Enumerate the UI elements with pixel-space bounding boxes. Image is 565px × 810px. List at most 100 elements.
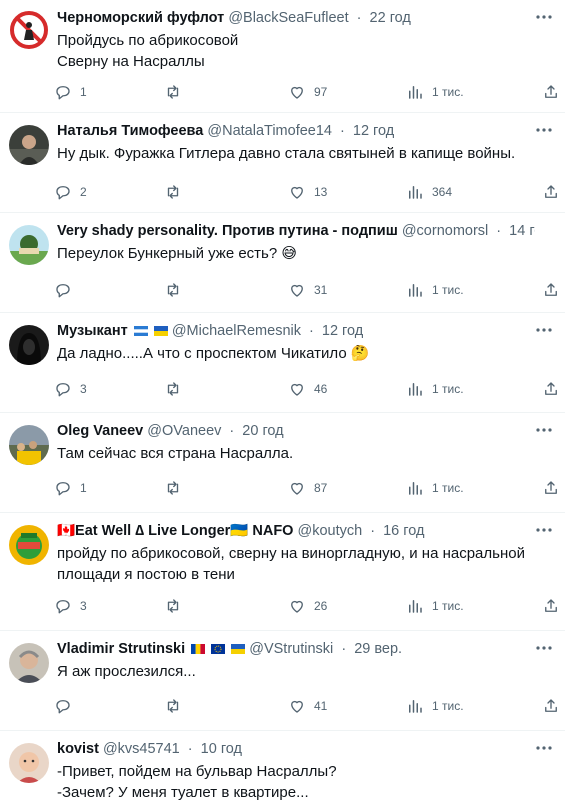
timestamp[interactable]: 29 вер. (354, 641, 402, 657)
more-icon[interactable] (535, 121, 553, 139)
like-button[interactable]: 87 (288, 477, 327, 499)
reply-button[interactable]: 2 (54, 181, 87, 203)
views-count: 1 тис. (432, 699, 464, 713)
retweet-button[interactable] (164, 181, 182, 203)
more-icon[interactable] (535, 421, 553, 439)
like-count: 13 (314, 185, 328, 199)
share-button[interactable] (542, 81, 560, 103)
reply-button[interactable]: 1 (54, 477, 87, 499)
avatar[interactable] (9, 125, 49, 165)
tweet-header: 🇨🇦Eat Well ∆ Live Longer🇺🇦 NAFO @koutych… (57, 521, 535, 541)
avatar[interactable] (9, 225, 49, 265)
views-button[interactable]: 1 тис. (406, 477, 464, 499)
author-name[interactable]: Vladimir Strutinski (57, 641, 185, 657)
author-handle[interactable]: @OVaneev (147, 423, 221, 439)
views-button[interactable]: 364 (406, 181, 452, 203)
timestamp[interactable]: 16 год (383, 523, 424, 539)
retweet-icon (167, 185, 179, 199)
author-handle[interactable]: @koutych (298, 523, 363, 539)
retweet-button[interactable] (164, 81, 182, 103)
tweet[interactable]: Very shady personality. Против путина - … (0, 213, 565, 313)
reply-button[interactable]: 3 (54, 378, 87, 400)
tweet-text: Пройдусь по абрикосовой Сверну на Насрал… (57, 30, 545, 72)
reply-button[interactable]: 3 (54, 595, 87, 617)
views-button[interactable]: 1 тис. (406, 378, 464, 400)
share-button[interactable] (542, 181, 560, 203)
timestamp[interactable]: 12 год (353, 123, 394, 139)
retweet-button[interactable] (164, 279, 182, 301)
author-name[interactable]: Музыкант (57, 323, 128, 339)
timestamp[interactable]: 22 год (370, 10, 411, 26)
author-name[interactable]: Very shady personality. Против путина - … (57, 223, 398, 239)
author-name[interactable]: Черноморский фуфлот (57, 10, 224, 26)
tweet[interactable]: 🇨🇦Eat Well ∆ Live Longer🇺🇦 NAFO @koutych… (0, 513, 565, 631)
author-name[interactable]: Наталья Тимофеева (57, 123, 203, 139)
tweet[interactable]: Музыкант @MichaelRemesnik · 12 год Да ла… (0, 313, 565, 413)
author-handle[interactable]: @cornomorsl (402, 223, 488, 239)
author-handle[interactable]: @BlackSeaFufleet (228, 10, 348, 26)
avatar[interactable] (9, 525, 49, 565)
views-icon (409, 383, 422, 396)
action-bar: 2 13 364 (54, 181, 557, 203)
like-button[interactable]: 13 (288, 181, 327, 203)
tweet-header: Черноморский фуфлот @BlackSeaFufleet · 2… (57, 8, 535, 28)
like-button[interactable]: 26 (288, 595, 327, 617)
avatar[interactable] (9, 325, 49, 365)
avatar[interactable] (9, 643, 49, 683)
views-button[interactable]: 1 тис. (406, 595, 464, 617)
share-button[interactable] (542, 695, 560, 717)
more-icon[interactable] (535, 8, 553, 26)
author-name[interactable]: Oleg Vaneev (57, 423, 143, 439)
more-icon[interactable] (535, 739, 553, 757)
retweet-button[interactable] (164, 595, 182, 617)
reply-button[interactable] (54, 695, 72, 717)
reply-button[interactable]: 1 (54, 81, 87, 103)
tweet-header: Oleg Vaneev @OVaneev · 20 год (57, 421, 535, 441)
more-icon[interactable] (535, 321, 553, 339)
dark-hood-avatar-icon (9, 325, 49, 365)
views-button[interactable]: 1 тис. (406, 695, 464, 717)
share-button[interactable] (542, 279, 560, 301)
views-count: 1 тис. (432, 283, 464, 297)
separator-dot: · (340, 123, 345, 139)
views-count: 1 тис. (432, 85, 464, 99)
timestamp[interactable]: 10 год (201, 741, 242, 757)
share-button[interactable] (542, 477, 560, 499)
tweet[interactable]: Vladimir Strutinski @VStrutinski · 29 ве… (0, 631, 565, 731)
like-button[interactable]: 41 (288, 695, 327, 717)
author-handle[interactable]: @MichaelRemesnik (172, 323, 301, 339)
avatar[interactable] (9, 10, 49, 50)
timestamp[interactable]: 12 год (322, 323, 363, 339)
retweet-button[interactable] (164, 477, 182, 499)
separator-dot: · (496, 223, 502, 239)
views-button[interactable]: 1 тис. (406, 81, 464, 103)
like-button[interactable]: 97 (288, 81, 327, 103)
tweet-text-line: Я аж прослезился... (57, 663, 196, 680)
share-button[interactable] (542, 378, 560, 400)
more-icon[interactable] (535, 639, 553, 657)
author-handle[interactable]: @NatalaTimofee14 (207, 123, 332, 139)
tweet[interactable]: Oleg Vaneev @OVaneev · 20 год Там сейчас… (0, 413, 565, 513)
author-handle[interactable]: @VStrutinski (249, 641, 333, 657)
views-count: 1 тис. (432, 481, 464, 495)
tweet[interactable]: kovist @kvs45741 · 10 год -Привет, пойде… (0, 731, 565, 810)
reply-icon (56, 186, 70, 200)
like-button[interactable]: 46 (288, 378, 327, 400)
share-button[interactable] (542, 595, 560, 617)
retweet-button[interactable] (164, 378, 182, 400)
tweet[interactable]: Черноморский фуфлот @BlackSeaFufleet · 2… (0, 0, 565, 113)
retweet-button[interactable] (164, 695, 182, 717)
author-name[interactable]: kovist (57, 741, 99, 757)
reply-button[interactable] (54, 279, 72, 301)
tweet[interactable]: Наталья Тимофеева @NatalaTimofee14 · 12 … (0, 113, 565, 213)
timestamp[interactable]: 20 год (242, 423, 283, 439)
views-button[interactable]: 1 тис. (406, 279, 464, 301)
more-icon[interactable] (535, 521, 553, 539)
avatar[interactable] (9, 743, 49, 783)
author-name[interactable]: 🇨🇦Eat Well ∆ Live Longer🇺🇦 NAFO (57, 523, 293, 539)
like-button[interactable]: 31 (288, 279, 327, 301)
author-handle[interactable]: @kvs45741 (103, 741, 180, 757)
avatar[interactable] (9, 425, 49, 465)
timestamp[interactable]: 14 год (509, 223, 535, 239)
tweet-text: Переулок Бункерный уже есть? 😅 (57, 243, 545, 264)
